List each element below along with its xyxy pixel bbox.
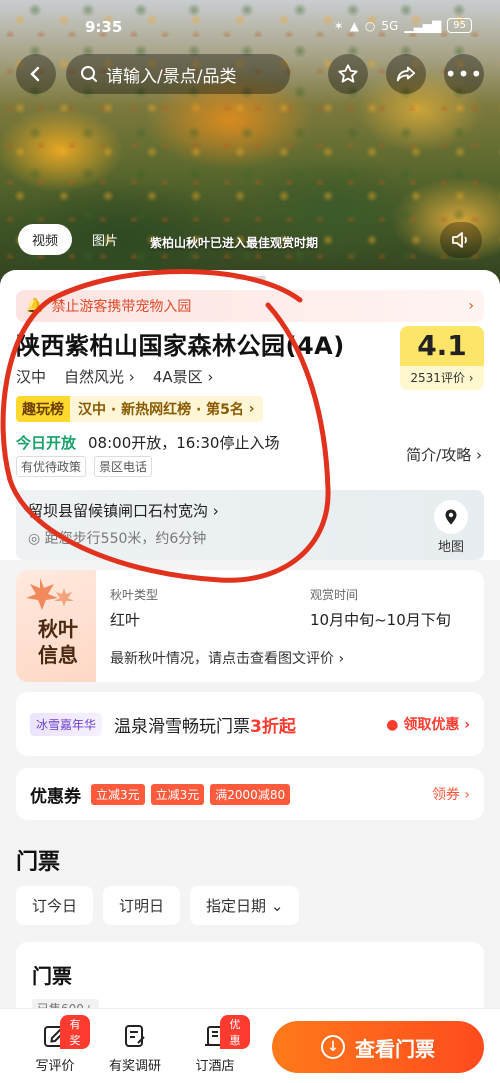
type-value: 红叶 xyxy=(110,611,141,629)
pick-date-button[interactable]: 指定日期 ⌄ xyxy=(190,886,300,925)
media-caption: 紫柏山秋叶已进入最佳观赏时期 xyxy=(150,236,319,250)
open-status: 今日开放 xyxy=(16,434,77,452)
book-today-button[interactable]: 订今日 xyxy=(16,886,94,925)
rank-text: 汉中 · 新热网红榜 · 第5名 › xyxy=(70,396,263,422)
bottom-action-bar: 写评价 有奖 有奖调研 订酒店 优惠 ↓ 查看门票 xyxy=(0,1008,500,1083)
opening-hours[interactable]: 今日开放 08:00开放，16:30停止入场 xyxy=(16,432,279,453)
rating-box[interactable]: 4.1 2531评价 › xyxy=(400,326,484,390)
review-count: 2531评价 › xyxy=(400,366,484,390)
bluetooth-icon: ✶ xyxy=(333,18,344,33)
tickets-heading: 门票 xyxy=(16,850,61,875)
top-nav: 请输入/景点/品类 ••• xyxy=(0,54,500,98)
promo-banner[interactable]: 冰雪嘉年华 温泉滑雪畅玩门票3折起 ● 领取优惠 › xyxy=(16,692,484,756)
tag-category[interactable]: 自然风光 › xyxy=(64,366,135,387)
claim-discount-button[interactable]: ● 领取优惠 › xyxy=(386,714,470,734)
info-card: 🔔 禁止游客携带宠物入园 › 陕西紫柏山国家森林公园(4A) 4.1 2531评… xyxy=(0,270,500,560)
book-tomorrow-button[interactable]: 订明日 xyxy=(103,886,181,925)
back-button[interactable] xyxy=(16,54,56,94)
signal-icon: ▁▃▅▇ xyxy=(404,18,442,33)
autumn-badge: 秋叶信息 xyxy=(16,570,96,682)
autumn-badge-text: 秋叶信息 xyxy=(38,617,78,667)
get-coupon-button[interactable]: 领券 › xyxy=(432,784,470,804)
battery-indicator: 95 xyxy=(447,18,472,33)
reward-badge: 有奖 xyxy=(60,1015,90,1049)
discount-badge: 优惠 xyxy=(220,1015,250,1049)
notice-text: 禁止游客携带宠物入园 xyxy=(51,299,192,315)
status-bar: 9:35 ✶ ▲ ○ 5G ▁▃▅▇ 95 xyxy=(0,0,500,50)
tag-city[interactable]: 汉中 xyxy=(16,366,46,387)
alarm-icon: ○ xyxy=(364,18,376,33)
back-arrow-icon xyxy=(30,66,40,82)
more-icon: ••• xyxy=(444,62,484,86)
ticket-card[interactable]: 门票 已售600+ xyxy=(16,942,484,1010)
map-label: 地图 xyxy=(437,540,464,555)
map-button[interactable]: 地图 xyxy=(434,500,468,555)
autumn-columns: 秋叶类型 红叶 观赏时间 10月中旬~10月下旬 xyxy=(110,586,470,630)
distance: ◎ 距您步行550米，约6分钟 xyxy=(28,531,207,547)
share-icon xyxy=(396,66,416,82)
phone-tag[interactable]: 景区电话 xyxy=(94,456,153,477)
book-hotel-label: 订酒店 xyxy=(195,1059,235,1074)
notice-banner[interactable]: 🔔 禁止游客携带宠物入园 › xyxy=(16,290,484,322)
favorite-button[interactable] xyxy=(328,54,368,94)
ranking-badge[interactable]: 趣玩榜 汉中 · 新热网红榜 · 第5名 › xyxy=(16,396,263,422)
coupon-row[interactable]: 优惠券 立减3元 立减3元 满2000减80 领券 › xyxy=(16,768,484,820)
policy-tag[interactable]: 有优待政策 xyxy=(16,456,87,477)
rating-score: 4.1 xyxy=(417,329,467,362)
media-tabs: 视频 图片 xyxy=(18,224,132,255)
coupon-tag: 立减3元 xyxy=(91,783,145,805)
speaker-icon xyxy=(452,232,467,248)
category-tags: 汉中 自然风光 › 4A景区 › xyxy=(16,366,213,387)
arrow-down-circle-icon: ↓ xyxy=(321,1035,345,1059)
view-tickets-button[interactable]: ↓ 查看门票 xyxy=(272,1021,484,1073)
status-icons: ✶ ▲ ○ 5G ▁▃▅▇ 95 xyxy=(334,18,472,33)
promo-text: 温泉滑雪畅玩门票3折起 xyxy=(114,716,296,737)
open-hours: 08:00开放，16:30停止入场 xyxy=(88,434,280,452)
coupon-tag: 立减3元 xyxy=(150,783,205,805)
address: 留坝县留候镇闸口石村宽沟 › xyxy=(28,502,219,520)
autumn-info-card[interactable]: 秋叶信息 秋叶类型 红叶 观赏时间 10月中旬~10月下旬 最新秋叶情况，请点击… xyxy=(16,570,484,682)
policy-tags: 有优待政策 景区电话 xyxy=(16,456,153,477)
promo-tag: 冰雪嘉年华 xyxy=(30,712,103,736)
tag-level[interactable]: 4A景区 › xyxy=(153,366,214,387)
bell-icon: 🔔 xyxy=(26,298,44,314)
survey-icon xyxy=(120,1021,150,1051)
book-hotel-button[interactable]: 订酒店 优惠 xyxy=(180,1015,250,1074)
write-review-label: 写评价 xyxy=(35,1059,75,1074)
page-title: 陕西紫柏山国家森林公园(4A) xyxy=(16,332,345,360)
latest-autumn-link[interactable]: 最新秋叶情况，请点击查看图文评价 › xyxy=(110,648,344,668)
status-time: 9:35 xyxy=(85,18,123,36)
map-pin-icon xyxy=(434,500,468,534)
sheet-handle[interactable] xyxy=(234,276,266,280)
survey-label: 有奖调研 xyxy=(108,1059,161,1074)
more-button[interactable]: ••• xyxy=(444,54,484,94)
date-selector: 订今日 订明日 指定日期 ⌄ xyxy=(16,886,300,925)
search-placeholder: 请输入/景点/品类 xyxy=(106,66,237,87)
type-header: 秋叶类型 xyxy=(110,588,159,602)
rank-label: 趣玩榜 xyxy=(16,396,70,422)
volume-button[interactable] xyxy=(440,222,482,258)
network-label: 5G xyxy=(381,18,399,33)
write-review-button[interactable]: 写评价 有奖 xyxy=(20,1015,90,1074)
chevron-right-icon: › xyxy=(468,298,474,314)
coupon-tag: 满2000减80 xyxy=(210,783,291,805)
search-icon xyxy=(81,66,97,82)
location-card[interactable]: 留坝县留候镇闸口石村宽沟 › ◎ 距您步行550米，约6分钟 地图 xyxy=(16,490,484,560)
intro-link[interactable]: 简介/攻略 › xyxy=(406,444,482,465)
detail-sheet[interactable]: 🔔 禁止游客携带宠物入园 › 陕西紫柏山国家森林公园(4A) 4.1 2531评… xyxy=(0,270,500,1010)
hero-media[interactable]: 9:35 ✶ ▲ ○ 5G ▁▃▅▇ 95 请输入/景点/品类 ••• 视频 图… xyxy=(0,0,500,300)
star-icon xyxy=(338,64,358,83)
bell-icon: ▲ xyxy=(349,18,359,33)
maple-leaf-icon xyxy=(26,578,74,610)
tab-video[interactable]: 视频 xyxy=(18,224,73,255)
search-input[interactable]: 请输入/景点/品类 xyxy=(66,54,290,94)
time-value: 10月中旬~10月下旬 xyxy=(310,611,451,629)
share-button[interactable] xyxy=(386,54,426,94)
time-header: 观赏时间 xyxy=(310,588,359,602)
tab-photos[interactable]: 图片 xyxy=(78,224,132,255)
view-tickets-label: 查看门票 xyxy=(355,1036,435,1061)
survey-button[interactable]: 有奖调研 xyxy=(100,1021,170,1074)
ticket-card-title: 门票 xyxy=(32,964,72,988)
coupon-label: 优惠券 xyxy=(30,786,81,807)
